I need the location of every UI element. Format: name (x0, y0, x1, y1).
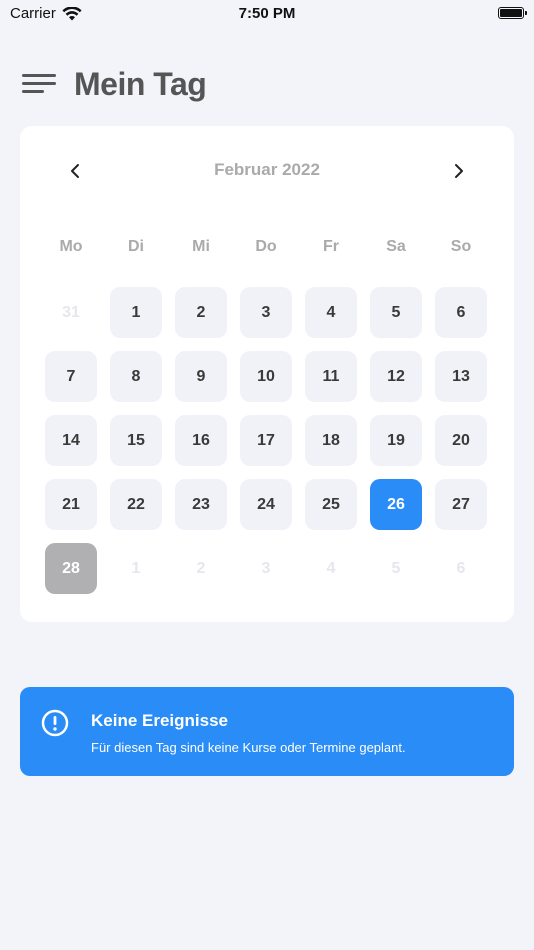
menu-line (22, 82, 56, 85)
day-cell-outside: 5 (391, 559, 401, 577)
day-cell[interactable]: 5 (370, 287, 422, 338)
day-cell-outside: 2 (196, 559, 206, 577)
day-cell[interactable]: 6 (435, 287, 487, 338)
weekday-label: Sa (386, 238, 406, 255)
day-cell-outside: 6 (456, 559, 466, 577)
day-cell[interactable]: 20 (435, 415, 487, 466)
weekday-label: So (450, 238, 472, 255)
day-cell[interactable]: 1 (110, 287, 162, 338)
days-grid: 31 1 2 3 4 5 6 7 8 9 10 11 12 13 14 15 16 17 18 19 20 21 22 23 2… (45, 287, 487, 594)
day-cell[interactable]: 23 (175, 479, 227, 530)
weekday-label: Do (255, 238, 277, 255)
day-cell[interactable]: 13 (435, 351, 487, 402)
weekday-label: Fr (323, 238, 339, 255)
day-cell[interactable]: 19 (370, 415, 422, 466)
menu-line (22, 90, 44, 93)
day-cell[interactable]: 3 (240, 287, 292, 338)
weekday-header: Mo Di Mi Do Fr Sa So (45, 238, 489, 260)
day-cell[interactable]: 21 (45, 479, 97, 530)
month-navigation: Februar 2022 (20, 156, 514, 186)
day-cell[interactable]: 15 (110, 415, 162, 466)
status-bar: Carrier 7:50 PM (0, 0, 534, 28)
day-cell[interactable]: 22 (110, 479, 162, 530)
day-cell[interactable]: 14 (45, 415, 97, 466)
hamburger-menu-icon[interactable] (22, 71, 56, 97)
day-cell[interactable]: 18 (305, 415, 357, 466)
day-cell[interactable]: 12 (370, 351, 422, 402)
day-cell[interactable]: 9 (175, 351, 227, 402)
page-title: Mein Tag (74, 65, 207, 102)
day-cell-outside: 1 (131, 559, 141, 577)
chevron-right-icon (455, 164, 463, 178)
day-cell[interactable]: 10 (240, 351, 292, 402)
day-cell[interactable]: 27 (435, 479, 487, 530)
banner-title: Keine Ereignisse (91, 711, 229, 730)
next-month-button[interactable] (444, 156, 474, 186)
menu-line (22, 74, 56, 77)
calendar-card: Februar 2022 Mo Di Mi Do Fr Sa So 31 1 2 3 4 5 6 7 8 9 1… (20, 126, 514, 622)
day-cell[interactable]: 11 (305, 351, 357, 402)
month-label: Februar 2022 (214, 160, 320, 179)
day-cell-outside: 3 (261, 559, 271, 577)
day-cell-selected[interactable]: 26 (370, 479, 422, 530)
status-time: 7:50 PM (238, 5, 296, 22)
day-cell[interactable]: 16 (175, 415, 227, 466)
day-cell-today[interactable]: 28 (45, 543, 97, 594)
day-cell[interactable]: 7 (45, 351, 97, 402)
weekday-label: Mi (192, 238, 210, 255)
exclamation-circle-icon (41, 709, 69, 737)
day-cell[interactable]: 8 (110, 351, 162, 402)
day-cell[interactable]: 24 (240, 479, 292, 530)
header: Mein Tag (22, 62, 207, 106)
battery-level (500, 9, 522, 17)
battery-icon (498, 7, 527, 19)
day-cell[interactable]: 17 (240, 415, 292, 466)
day-cell[interactable]: 25 (305, 479, 357, 530)
day-cell[interactable]: 4 (305, 287, 357, 338)
no-events-banner: Keine Ereignisse Für diesen Tag sind kei… (20, 687, 514, 776)
day-cell-outside: 31 (62, 303, 80, 321)
weekday-label: Mo (59, 238, 83, 255)
banner-text: Für diesen Tag sind keine Kurse oder Ter… (91, 740, 406, 755)
day-cell[interactable]: 2 (175, 287, 227, 338)
day-cell-outside: 4 (326, 559, 336, 577)
weekday-label: Di (128, 238, 144, 255)
